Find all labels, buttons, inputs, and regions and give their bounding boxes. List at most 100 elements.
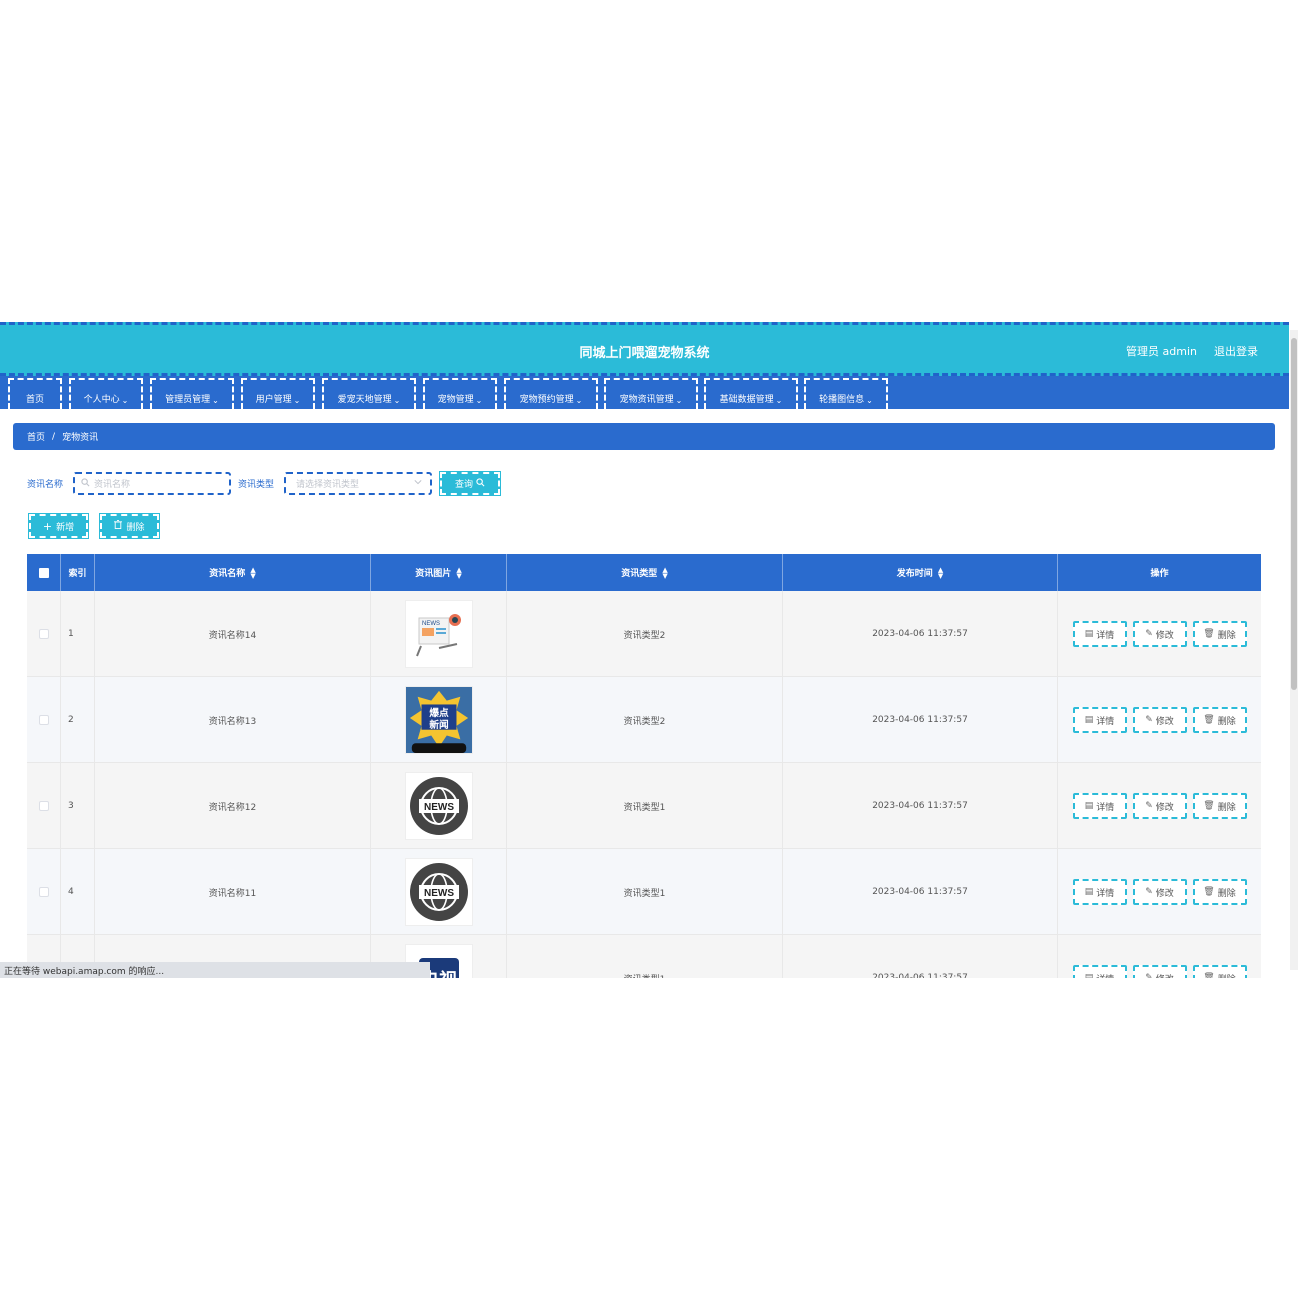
vertical-scrollbar[interactable] bbox=[1290, 330, 1298, 970]
detail-button[interactable]: ▤详情 bbox=[1072, 707, 1127, 733]
row-name: 资讯名称13 bbox=[208, 716, 257, 727]
edit-label: 修改 bbox=[1156, 972, 1174, 979]
edit-button[interactable]: ✎修改 bbox=[1132, 965, 1187, 979]
trash-icon: 🗑 bbox=[1203, 801, 1215, 811]
nav-item-pet-management[interactable]: 宠物管理 ⌄ bbox=[423, 378, 497, 409]
nav-item-base-data[interactable]: 基础数据管理 ⌄ bbox=[704, 378, 798, 409]
main-nav: 首页 个人中心 ⌄ 管理员管理 ⌄ 用户管理 ⌄ 爱宠天地管理 ⌄ 宠物管理 ⌄ 宠物预约… bbox=[0, 376, 1289, 409]
row-checkbox[interactable] bbox=[38, 801, 49, 811]
row-index: 2 bbox=[68, 715, 74, 725]
detail-button[interactable]: ▤详情 bbox=[1072, 621, 1127, 647]
select-all-checkbox[interactable] bbox=[38, 567, 49, 578]
row-ops-cell: ▤详情 ✎修改 🗑删除 bbox=[1058, 935, 1261, 978]
nav-item-personal-center[interactable]: 个人中心 ⌄ bbox=[69, 378, 143, 409]
status-bar: 正在等待 webapi.amap.com 的响应... bbox=[0, 962, 430, 978]
news-name-placeholder: 资讯名称 bbox=[94, 480, 131, 490]
row-select-cell bbox=[27, 677, 61, 763]
detail-button[interactable]: ▤详情 bbox=[1072, 879, 1127, 905]
row-type: 资讯类型1 bbox=[623, 888, 666, 899]
edit-button[interactable]: ✎修改 bbox=[1132, 879, 1187, 905]
delete-label: 删除 bbox=[1217, 802, 1236, 813]
detail-button[interactable]: ▤详情 bbox=[1072, 965, 1127, 978]
delete-button[interactable]: 🗑删除 bbox=[1192, 879, 1247, 905]
edit-button[interactable]: ✎修改 bbox=[1132, 793, 1187, 819]
table-row: 2 资讯名称13 爆点 新闻 资讯类型2 2023-04-06 11:37:57 ▤ 详情 ✎ 修… bbox=[27, 677, 1261, 763]
scrollbar-thumb[interactable] bbox=[1291, 338, 1297, 690]
row-time: 2023-04-06 11:37:57 bbox=[872, 629, 968, 639]
chevron-down-icon: ⌄ bbox=[775, 396, 783, 405]
nav-label: 宠物预约管理 bbox=[519, 395, 574, 405]
row-name-cell: 资讯名称12 bbox=[95, 763, 371, 849]
query-button[interactable]: 查询 bbox=[439, 471, 501, 496]
nav-label: 宠物资讯管理 bbox=[619, 395, 674, 405]
sort-icon[interactable]: ▲ ▼ bbox=[456, 566, 461, 579]
nav-item-home[interactable]: 首页 bbox=[8, 378, 62, 409]
sort-icon[interactable]: ▲ ▼ bbox=[662, 566, 667, 579]
svg-text:NEWS: NEWS bbox=[424, 802, 454, 813]
delete-button[interactable]: 🗑删除 bbox=[1192, 707, 1247, 733]
news-type-label: 资讯类型 bbox=[238, 480, 275, 490]
trash-icon: 🗑 bbox=[1203, 715, 1215, 725]
nav-item-admin-management[interactable]: 管理员管理 ⌄ bbox=[150, 378, 234, 409]
delete-label: 删除 bbox=[1217, 716, 1236, 727]
header-name-label: 资讯名称 bbox=[209, 569, 246, 579]
nav-item-pet-booking[interactable]: 宠物预约管理 ⌄ bbox=[504, 378, 598, 409]
row-checkbox[interactable] bbox=[38, 887, 49, 897]
row-type: 资讯类型2 bbox=[623, 716, 666, 727]
row-name: 资讯名称14 bbox=[208, 630, 257, 641]
edit-label: 修改 bbox=[1155, 630, 1174, 641]
row-name-cell: 资讯名称11 bbox=[95, 849, 371, 935]
header-type[interactable]: 资讯类型 ▲ ▼ bbox=[507, 554, 783, 591]
current-user: 管理员 admin bbox=[1126, 345, 1197, 358]
news-globe-icon[interactable]: NEWS bbox=[404, 772, 473, 840]
breadcrumb-home[interactable]: 首页 bbox=[27, 430, 45, 443]
row-checkbox[interactable] bbox=[38, 715, 49, 725]
delete-button[interactable]: 🗑删除 bbox=[1192, 621, 1247, 647]
row-select-cell bbox=[27, 763, 61, 849]
nav-item-user-management[interactable]: 用户管理 ⌄ bbox=[241, 378, 315, 409]
svg-text:新闻: 新闻 bbox=[429, 718, 449, 731]
header-name[interactable]: 资讯名称 ▲ ▼ bbox=[95, 554, 371, 591]
news-globe-icon[interactable]: NEWS bbox=[404, 858, 473, 926]
edit-label: 修改 bbox=[1155, 716, 1174, 727]
row-index: 3 bbox=[68, 801, 74, 811]
sort-icon[interactable]: ▲ ▼ bbox=[250, 566, 255, 579]
row-time: 2023-04-06 11:37:57 bbox=[872, 801, 968, 811]
edit-label: 修改 bbox=[1155, 888, 1174, 899]
chevron-down-icon: ⌄ bbox=[575, 396, 583, 405]
news-type-select[interactable]: 请选择资讯类型 bbox=[284, 472, 432, 495]
query-label: 查询 bbox=[454, 480, 473, 490]
news-name-input[interactable]: 资讯名称 bbox=[73, 472, 231, 495]
row-image-cell: NEWS bbox=[371, 849, 507, 935]
delete-label: 删除 bbox=[1217, 630, 1236, 641]
row-type-cell: 资讯类型2 bbox=[507, 591, 783, 677]
bulk-delete-button[interactable]: 删除 bbox=[99, 513, 160, 539]
plus-icon: + bbox=[42, 519, 53, 533]
delete-button[interactable]: 🗑删除 bbox=[1192, 793, 1247, 819]
add-button[interactable]: + 新增 bbox=[28, 513, 89, 539]
header-ops-label: 操作 bbox=[1150, 569, 1169, 579]
edit-button[interactable]: ✎修改 bbox=[1132, 621, 1187, 647]
row-type: 资讯类型1 bbox=[623, 802, 666, 813]
row-ops-cell: ▤详情✎修改🗑删除 bbox=[1058, 849, 1261, 935]
news-paper-icon[interactable]: NEWS bbox=[404, 600, 473, 668]
nav-item-pet-world[interactable]: 爱宠天地管理 ⌄ bbox=[322, 378, 416, 409]
sort-icon[interactable]: ▲ ▼ bbox=[938, 566, 943, 579]
trash-icon bbox=[114, 520, 123, 532]
header-ops: 操作 bbox=[1058, 554, 1261, 591]
hot-news-icon[interactable]: 爆点 新闻 bbox=[404, 686, 473, 754]
header-time[interactable]: 发布时间 ▲ ▼ bbox=[783, 554, 1058, 591]
search-icon bbox=[81, 477, 90, 490]
logout-link[interactable]: 退出登录 bbox=[1214, 343, 1258, 359]
app-viewport: 同城上门喂遛宠物系统 管理员 admin 退出登录 首页 个人中心 ⌄ 管理员管理… bbox=[0, 322, 1300, 978]
nav-item-carousel[interactable]: 轮播图信息 ⌄ bbox=[804, 378, 888, 409]
delete-button[interactable]: 🗑删除 bbox=[1192, 965, 1247, 978]
chevron-down-icon: ⌄ bbox=[475, 396, 483, 405]
svg-text:NEWS: NEWS bbox=[424, 888, 454, 899]
header-image[interactable]: 资讯图片 ▲ ▼ bbox=[371, 554, 507, 591]
nav-item-pet-news[interactable]: 宠物资讯管理 ⌄ bbox=[604, 378, 698, 409]
edit-button[interactable]: ✎修改 bbox=[1132, 707, 1187, 733]
detail-button[interactable]: ▤详情 bbox=[1072, 793, 1127, 819]
row-checkbox[interactable] bbox=[38, 629, 49, 639]
chevron-down-icon bbox=[414, 478, 422, 489]
